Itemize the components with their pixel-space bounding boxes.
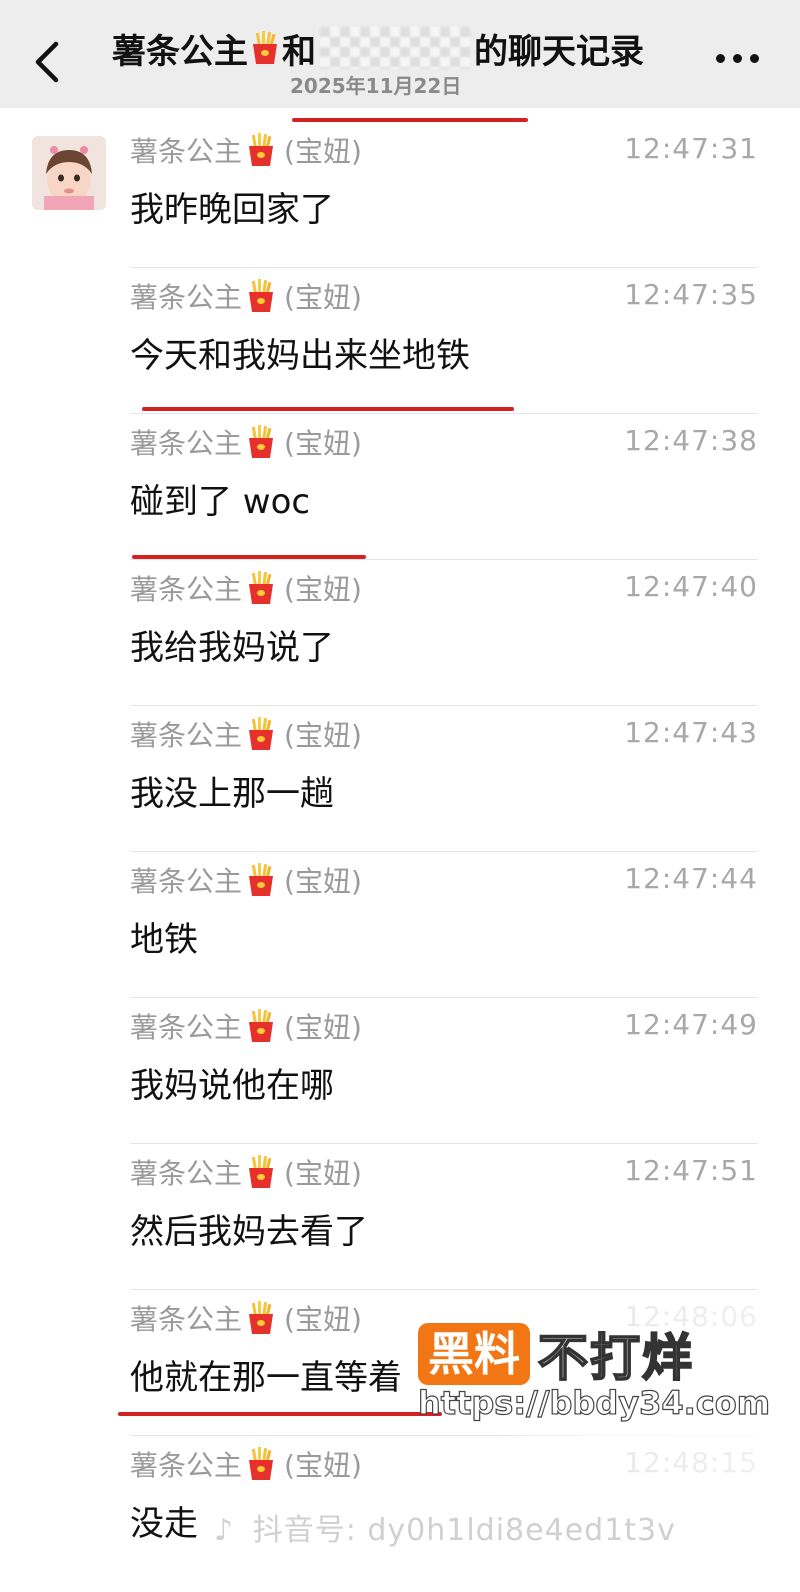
- message-item[interactable]: 薯条公主 (宝妞) 12:47:44 地铁: [130, 852, 758, 998]
- sender-name: 薯条公主 (宝妞): [130, 1006, 362, 1046]
- sender-nickname: (宝妞): [284, 427, 362, 460]
- message-item[interactable]: 薯条公主 (宝妞) 12:47:38 碰到了 woc: [130, 414, 758, 560]
- sender-nickname: (宝妞): [284, 135, 362, 168]
- message-item[interactable]: 薯条公主 (宝妞) 12:47:35 今天和我妈出来坐地铁: [130, 268, 758, 414]
- red-annotation-line: [292, 118, 528, 122]
- message-text: 今天和我妈出来坐地铁: [130, 336, 470, 376]
- sender-display-name: 薯条公主: [130, 1449, 243, 1482]
- sender-display-name: 薯条公主: [130, 135, 243, 168]
- sender-name: 薯条公主 (宝妞): [130, 568, 362, 608]
- title-suffix: 的聊天记录: [474, 31, 644, 72]
- message-text: 我昨晚回家了: [130, 190, 334, 230]
- sender-nickname: (宝妞): [284, 1011, 362, 1044]
- message-time: 12:47:44: [624, 862, 758, 895]
- sender-name: 薯条公主 (宝妞): [130, 1298, 362, 1338]
- sender-nickname: (宝妞): [284, 1157, 362, 1190]
- french-fries-emoji-icon: [246, 1447, 276, 1481]
- chat-history-header: 薯条公主 和 的聊天记录 2025年11月22日: [0, 0, 800, 108]
- sender-display-name: 薯条公主: [130, 427, 243, 460]
- message-text: 地铁: [130, 920, 198, 960]
- douyin-label: 抖音号:: [252, 1513, 357, 1548]
- message-item[interactable]: 薯条公主 (宝妞) 12:47:31 我昨晚回家了: [130, 122, 758, 268]
- message-time: 12:47:43: [624, 716, 758, 749]
- red-annotation-line: [132, 555, 366, 559]
- sender-name: 薯条公主 (宝妞): [130, 714, 362, 754]
- message-time: 12:47:51: [624, 1154, 758, 1187]
- page-title: 薯条公主 和 的聊天记录: [112, 22, 644, 74]
- sender-nickname: (宝妞): [284, 1449, 362, 1482]
- message-time: 12:47:31: [624, 132, 758, 165]
- message-time: 12:47:49: [624, 1008, 758, 1041]
- message-time: 12:47:35: [624, 278, 758, 311]
- message-text: 没走: [130, 1504, 198, 1544]
- chevron-left-icon: [35, 41, 59, 83]
- chat-date: 2025年11月22日: [290, 74, 462, 98]
- french-fries-emoji-icon: [246, 571, 276, 605]
- french-fries-emoji-icon: [246, 1009, 276, 1043]
- back-button[interactable]: [30, 38, 64, 86]
- french-fries-emoji-icon: [246, 863, 276, 897]
- title-join: 和: [282, 31, 316, 72]
- douyin-logo-icon: ♪: [214, 1513, 235, 1548]
- title-contact-name: 薯条公主: [112, 31, 248, 72]
- sender-name: 薯条公主 (宝妞): [130, 422, 362, 462]
- watermark-url: https://bbdy34.com: [417, 1383, 771, 1422]
- message-text: 然后我妈去看了: [130, 1212, 368, 1252]
- french-fries-emoji-icon: [246, 279, 276, 313]
- message-text: 我给我妈说了: [130, 628, 334, 668]
- site-watermark-logo: 黑料 不打烊: [418, 1318, 694, 1390]
- red-annotation-line: [118, 1412, 442, 1416]
- avatar[interactable]: [32, 136, 106, 210]
- sender-name: 薯条公主 (宝妞): [130, 130, 362, 170]
- more-dots-icon[interactable]: [716, 46, 764, 70]
- message-time: 12:47:40: [624, 570, 758, 603]
- sender-display-name: 薯条公主: [130, 865, 243, 898]
- sender-display-name: 薯条公主: [130, 1157, 243, 1190]
- message-text: 我没上那一趟: [130, 774, 334, 814]
- douyin-watermark: ♪ 抖音号: dy0h1ldi8e4ed1t3v: [214, 1505, 676, 1549]
- sender-display-name: 薯条公主: [130, 281, 243, 314]
- french-fries-emoji-icon: [246, 717, 276, 751]
- french-fries-emoji-icon: [250, 31, 280, 65]
- watermark-logo-text: 不打烊: [537, 1328, 694, 1388]
- french-fries-emoji-icon: [246, 133, 276, 167]
- sender-nickname: (宝妞): [284, 865, 362, 898]
- message-item[interactable]: 薯条公主 (宝妞) 12:47:43 我没上那一趟: [130, 706, 758, 852]
- french-fries-emoji-icon: [246, 1155, 276, 1189]
- sender-nickname: (宝妞): [284, 719, 362, 752]
- message-item[interactable]: 薯条公主 (宝妞) 12:47:49 我妈说他在哪: [130, 998, 758, 1144]
- french-fries-emoji-icon: [246, 1301, 276, 1335]
- sender-nickname: (宝妞): [284, 573, 362, 606]
- sender-name: 薯条公主 (宝妞): [130, 860, 362, 900]
- message-text: 碰到了 woc: [130, 482, 311, 522]
- sender-display-name: 薯条公主: [130, 1303, 243, 1336]
- sender-display-name: 薯条公主: [130, 1011, 243, 1044]
- sender-display-name: 薯条公主: [130, 719, 243, 752]
- sender-display-name: 薯条公主: [130, 573, 243, 606]
- sender-name: 薯条公主 (宝妞): [130, 1152, 362, 1192]
- french-fries-emoji-icon: [246, 425, 276, 459]
- message-text: 他就在那一直等着: [130, 1358, 402, 1398]
- sender-name: 薯条公主 (宝妞): [130, 1444, 362, 1484]
- message-item[interactable]: 薯条公主 (宝妞) 12:47:51 然后我妈去看了: [130, 1144, 758, 1290]
- douyin-id: dy0h1ldi8e4ed1t3v: [367, 1513, 676, 1548]
- sender-name: 薯条公主 (宝妞): [130, 276, 362, 316]
- message-item[interactable]: 薯条公主 (宝妞) 12:47:40 我给我妈说了: [130, 560, 758, 706]
- red-annotation-line: [142, 407, 514, 411]
- sender-nickname: (宝妞): [284, 281, 362, 314]
- message-time: 12:47:38: [624, 424, 758, 457]
- redacted-name-mosaic: [320, 27, 470, 69]
- message-text: 我妈说他在哪: [130, 1066, 334, 1106]
- watermark-logo-box: 黑料: [418, 1323, 530, 1385]
- sender-nickname: (宝妞): [284, 1303, 362, 1336]
